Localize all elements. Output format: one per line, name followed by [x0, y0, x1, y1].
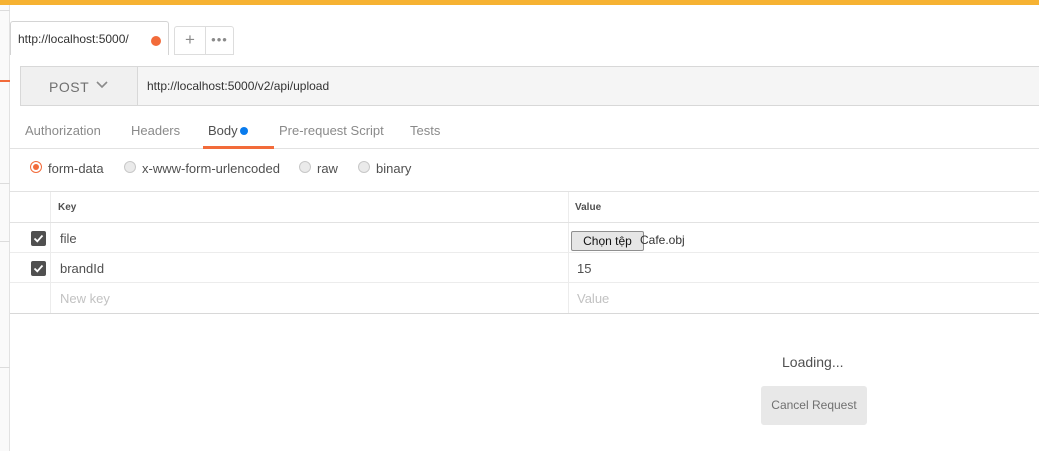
row-key[interactable]: file: [60, 231, 77, 246]
row-enabled-checkbox[interactable]: [31, 231, 46, 246]
sidebar-edge: [0, 5, 10, 451]
cancel-request-button[interactable]: Cancel Request: [761, 386, 867, 425]
form-data-table: Key Value file brandId 15 New key Value: [10, 191, 1039, 314]
radio-label: raw: [317, 161, 338, 176]
sidebar-active-marker: [0, 80, 10, 82]
radio-selected-icon: [30, 161, 42, 173]
check-icon: [33, 234, 44, 243]
table-row: brandId 15: [10, 253, 1039, 283]
sidebar-divider: [0, 367, 10, 368]
sidebar-divider: [0, 10, 10, 11]
chevron-down-icon: [96, 81, 108, 89]
loading-status: Loading...: [782, 354, 844, 370]
request-subtabs: Authorization Headers Body Pre-request S…: [10, 114, 1039, 149]
new-key-input[interactable]: New key: [60, 291, 110, 306]
key-column-header: Key: [58, 202, 77, 213]
choose-file-button[interactable]: Chọn tệp: [571, 231, 644, 251]
request-tab[interactable]: http://localhost:5000/: [10, 21, 169, 55]
radio-label: form-data: [48, 161, 104, 176]
row-value[interactable]: 15: [577, 261, 591, 276]
unsaved-dot-icon: [151, 36, 161, 46]
tab-body[interactable]: Body: [208, 123, 238, 138]
radio-label: binary: [376, 161, 412, 176]
request-tab-title: http://localhost:5000/: [18, 32, 129, 46]
table-header: Key Value: [10, 192, 1039, 223]
radio-icon: [299, 161, 311, 173]
new-value-input[interactable]: Value: [577, 291, 609, 306]
more-tabs-button[interactable]: •••: [205, 26, 234, 55]
value-column-header: Value: [575, 202, 602, 213]
method-label: POST: [49, 79, 90, 95]
radio-label: x-www-form-urlencoded: [142, 161, 280, 176]
active-tab-underline: [203, 146, 274, 149]
tab-pre-request-script[interactable]: Pre-request Script: [279, 123, 384, 138]
tab-authorization[interactable]: Authorization: [25, 123, 101, 138]
body-mode-options: form-data x-www-form-urlencoded raw bina…: [10, 150, 1039, 190]
sidebar-divider: [0, 183, 10, 184]
check-icon: [33, 264, 44, 273]
tab-tests[interactable]: Tests: [410, 123, 440, 138]
url-input[interactable]: http://localhost:5000/v2/api/upload: [147, 79, 329, 93]
radio-icon: [358, 161, 370, 173]
row-key[interactable]: brandId: [60, 261, 104, 276]
table-row: file: [10, 223, 1039, 253]
new-row: New key Value: [10, 283, 1039, 313]
method-select[interactable]: POST: [21, 67, 138, 105]
tab-headers[interactable]: Headers: [131, 123, 180, 138]
request-url-bar: POST http://localhost:5000/v2/api/upload: [20, 66, 1039, 106]
selected-file-name: Cafe.obj: [640, 233, 685, 247]
row-enabled-checkbox[interactable]: [31, 261, 46, 276]
new-tab-button[interactable]: +: [174, 26, 205, 55]
radio-icon: [124, 161, 136, 173]
body-indicator-dot-icon: [240, 127, 248, 135]
sidebar-divider: [0, 241, 10, 242]
